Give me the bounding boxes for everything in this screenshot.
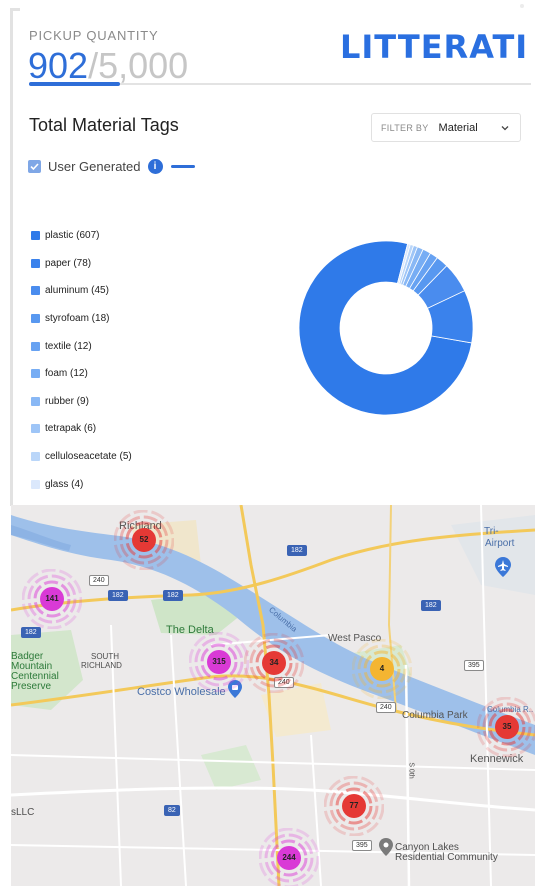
- legend-label: styrofoam (18): [45, 313, 110, 325]
- cluster-count: 77: [349, 801, 359, 810]
- panel-frame-corner: [520, 4, 524, 8]
- legend-swatch: [31, 424, 40, 434]
- map-cluster-marker[interactable]: 52: [114, 510, 174, 570]
- map-label-preserve: Preserve: [11, 681, 52, 692]
- highway-shield: 395: [352, 840, 372, 851]
- cluster-count: 315: [212, 657, 226, 666]
- pickup-quantity-label: PICKUP QUANTITY: [29, 28, 159, 43]
- cluster-count: 52: [139, 535, 149, 544]
- legend-label: paper (78): [45, 257, 92, 269]
- cluster-count: 244: [282, 853, 296, 862]
- legend-item[interactable]: foam (12): [31, 360, 132, 388]
- user-generated-checkbox[interactable]: [28, 159, 41, 173]
- series-line-swatch: [170, 164, 195, 168]
- user-generated-label: User Generated: [48, 158, 141, 174]
- highway-shield: 240: [89, 575, 109, 586]
- highway-shield: 395: [464, 660, 484, 671]
- info-icon[interactable]: i: [147, 158, 163, 174]
- map-cluster-marker[interactable]: 4: [352, 639, 412, 699]
- legend-swatch: [31, 286, 40, 296]
- legend-swatch: [31, 396, 40, 406]
- location-pin-icon[interactable]: [379, 838, 393, 856]
- pickup-progress-fill: [29, 82, 120, 86]
- legend-swatch: [31, 452, 40, 462]
- map-label-south-richland: RICHLAND: [81, 661, 122, 670]
- pickup-quantity-value: 902/5,000: [28, 46, 188, 86]
- pickup-separator: /: [88, 45, 99, 86]
- highway-shield: 82: [164, 805, 180, 816]
- legend-item[interactable]: celluloseacetate (5): [31, 443, 132, 471]
- cluster-count: 34: [269, 658, 279, 667]
- legend-label: tetrapak (6): [45, 423, 97, 435]
- legend-item[interactable]: styrofoam (18): [31, 305, 132, 333]
- map-label-airport: Airport: [485, 538, 515, 549]
- filter-by-value: Material: [438, 121, 478, 134]
- chart-legend: plastic (607) paper (78) aluminum (45) styr…: [31, 222, 132, 498]
- map-label-tri: Tri-: [484, 526, 499, 537]
- cluster-count: 141: [45, 594, 59, 603]
- highway-shield: 240: [376, 702, 396, 713]
- map-cluster-marker[interactable]: 77: [324, 776, 384, 836]
- litterati-logo[interactable]: LITTERATI: [340, 28, 528, 66]
- legend-item[interactable]: rubber (9): [31, 388, 132, 416]
- chevron-down-icon: [501, 125, 509, 130]
- legend-label: aluminum (45): [45, 285, 109, 297]
- map-label-sllc: sLLC: [11, 807, 35, 818]
- legend-swatch: [31, 369, 40, 379]
- map-cluster-marker[interactable]: 34: [244, 633, 304, 693]
- highway-shield: 182: [108, 590, 128, 601]
- legend-item[interactable]: aluminum (45): [31, 277, 132, 305]
- legend-label: foam (12): [45, 368, 88, 380]
- panel-frame-top: [10, 8, 20, 11]
- highway-shield: 182: [163, 590, 183, 601]
- legend-swatch: [31, 231, 40, 241]
- legend-item[interactable]: glass (4): [31, 470, 132, 498]
- section-title: Total Material Tags: [29, 115, 179, 135]
- legend-label: rubber (9): [45, 395, 89, 407]
- legend-swatch: [31, 258, 40, 268]
- pickup-progress-bar: [29, 82, 531, 86]
- map-label-street: S 0th: [407, 762, 415, 779]
- legend-swatch: [31, 479, 40, 489]
- checkmark-icon: [30, 162, 39, 170]
- filter-by-label: FILTER BY: [381, 122, 429, 133]
- legend-item[interactable]: paper (78): [31, 250, 132, 278]
- material-donut-chart: [298, 240, 474, 416]
- airport-pin-icon[interactable]: [495, 557, 511, 577]
- legend-label: celluloseacetate (5): [45, 451, 132, 463]
- legend-swatch: [31, 341, 40, 351]
- map-label-columbia-park: Columbia Park: [402, 710, 468, 721]
- legend-label: glass (4): [45, 478, 84, 490]
- map-cluster-marker[interactable]: 244: [259, 828, 319, 886]
- filter-by-select[interactable]: FILTER BY Material: [371, 113, 521, 142]
- legend-item[interactable]: tetrapak (6): [31, 415, 132, 443]
- panel-frame: [10, 8, 13, 506]
- map-view[interactable]: Richland Tri- Airport The Delta West Pas…: [11, 505, 535, 886]
- cluster-count: 4: [379, 664, 385, 673]
- highway-shield: 182: [287, 545, 307, 556]
- legend-item[interactable]: textile (12): [31, 332, 132, 360]
- highway-shield: 182: [421, 600, 441, 611]
- user-generated-toggle[interactable]: User Generated i: [28, 157, 195, 175]
- legend-label: textile (12): [45, 340, 92, 352]
- pickup-goal: 5,000: [98, 45, 189, 86]
- cluster-count: 35: [502, 722, 512, 731]
- pickup-current: 902: [28, 45, 89, 86]
- map-cluster-marker[interactable]: 315: [189, 632, 249, 692]
- legend-item[interactable]: plastic (607): [31, 222, 132, 250]
- map-cluster-marker[interactable]: 141: [22, 569, 82, 629]
- map-cluster-marker[interactable]: 35: [477, 697, 535, 757]
- map-label-south: SOUTH: [91, 652, 119, 661]
- legend-label: plastic (607): [45, 230, 100, 242]
- legend-swatch: [31, 314, 40, 324]
- map-label-residential: Residential Community: [395, 852, 498, 863]
